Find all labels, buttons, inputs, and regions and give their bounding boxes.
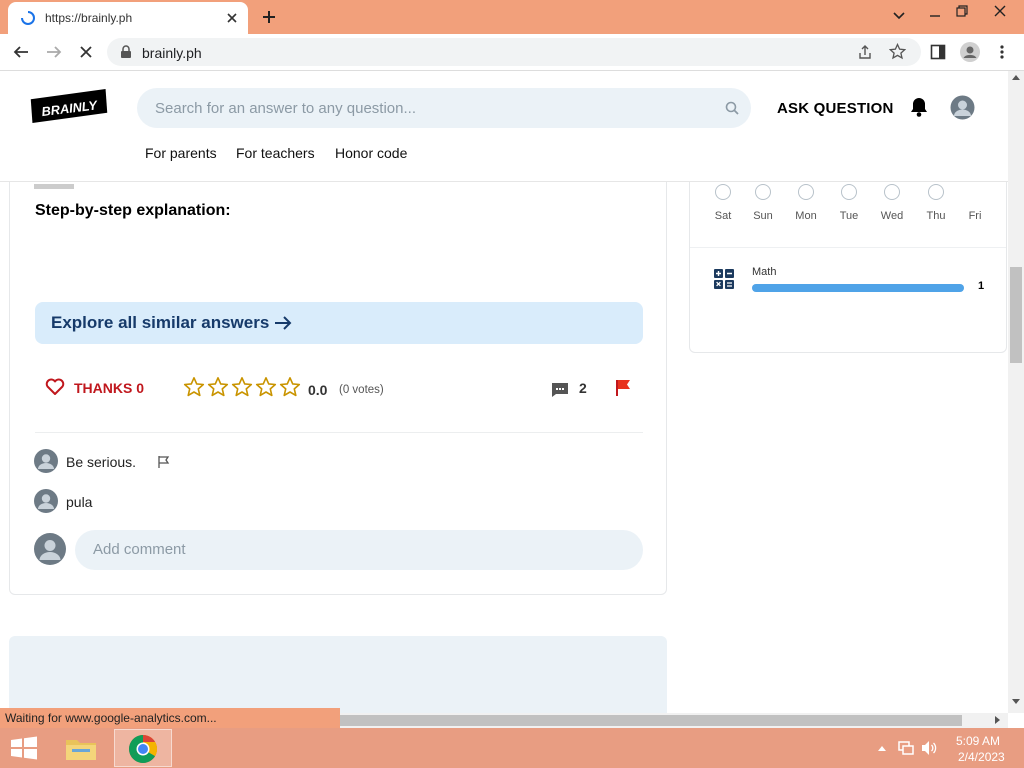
back-arrow-icon[interactable] (12, 44, 30, 60)
step-by-step-heading: Step-by-step explanation: (35, 202, 231, 219)
star-icon[interactable] (279, 376, 301, 398)
profile-icon[interactable] (959, 41, 981, 63)
file-explorer-icon[interactable] (64, 734, 98, 762)
day-label: Sun (753, 210, 773, 222)
page-viewport: Step-by-step explanation: Explore all si… (0, 71, 1008, 713)
bookmark-star-icon[interactable] (889, 43, 906, 60)
day-label: Mon (795, 210, 817, 222)
restore-icon[interactable] (955, 4, 969, 18)
day-label: Wed (880, 210, 904, 222)
subject-count: 1 (978, 280, 985, 292)
loading-spinner-icon (21, 11, 35, 25)
comments-count: 2 (579, 380, 587, 396)
day-marker-mon (798, 184, 814, 200)
explore-similar-label: Explore all similar answers (51, 313, 270, 332)
menu-kebab-icon[interactable] (999, 44, 1005, 60)
scroll-right-arrow-icon[interactable] (995, 716, 1001, 724)
star-icon[interactable] (255, 376, 277, 398)
browser-tab[interactable]: https://brainly.ph (8, 2, 248, 34)
day-marker-wed (884, 184, 900, 200)
search-placeholder: Search for an answer to any question... (155, 100, 416, 117)
browser-toolbar: brainly.ph (0, 34, 1024, 71)
day-label: Fri (968, 210, 982, 222)
subject-progress-fill (752, 284, 964, 292)
window-close-icon[interactable] (993, 4, 1007, 18)
day-marker-sun (755, 184, 771, 200)
math-icon (714, 269, 734, 289)
share-icon[interactable] (857, 44, 873, 60)
avatar[interactable] (34, 449, 58, 473)
tab-search-chevron-icon[interactable] (892, 11, 906, 21)
forward-arrow-icon[interactable] (45, 44, 63, 60)
network-icon[interactable] (897, 740, 915, 756)
explore-similar-button[interactable]: Explore all similar answers (35, 302, 643, 344)
day-marker-sat (715, 184, 731, 200)
star-icon[interactable] (183, 376, 205, 398)
day-label: Thu (926, 210, 946, 222)
day-label: Tue (839, 210, 859, 222)
scroll-up-arrow-icon[interactable] (1012, 74, 1020, 80)
star-icon[interactable] (207, 376, 229, 398)
nav-for-teachers[interactable]: For teachers (236, 145, 315, 161)
avatar[interactable] (34, 489, 58, 513)
stop-loading-icon[interactable] (78, 44, 94, 60)
report-comment-flag-icon[interactable] (157, 455, 170, 469)
volume-icon[interactable] (920, 739, 938, 757)
side-panel-icon[interactable] (930, 44, 946, 60)
horizontal-scroll-thumb[interactable] (340, 715, 962, 726)
votes-count: (0 votes) (339, 384, 384, 396)
star-rating[interactable] (183, 376, 303, 400)
day-marker-thu (928, 184, 944, 200)
rating-value: 0.0 (308, 382, 328, 398)
next-answer-card-placeholder (9, 636, 667, 713)
comment-text: pula (66, 494, 93, 510)
tab-title: https://brainly.ph (45, 11, 133, 25)
report-flag-icon[interactable] (614, 379, 632, 397)
lock-icon[interactable] (120, 45, 132, 59)
nav-for-parents[interactable]: For parents (145, 145, 217, 161)
windows-start-icon[interactable] (10, 736, 38, 760)
ask-question-button[interactable]: ASK QUESTION (777, 100, 894, 117)
day-label: Sat (714, 210, 732, 222)
star-icon[interactable] (231, 376, 253, 398)
heart-icon[interactable] (45, 378, 65, 396)
vertical-scrollbar[interactable] (1008, 71, 1024, 713)
arrow-right-icon (275, 316, 292, 330)
url-text[interactable]: brainly.ph (142, 45, 202, 61)
add-comment-placeholder: Add comment (93, 541, 186, 558)
user-avatar[interactable] (950, 95, 975, 120)
address-bar[interactable]: brainly.ph (107, 38, 921, 66)
subject-progress-track (752, 284, 964, 292)
brainly-logo[interactable]: BRAINLY (24, 89, 114, 123)
scroll-down-arrow-icon[interactable] (1012, 699, 1020, 705)
answer-card: Step-by-step explanation: Explore all si… (9, 131, 667, 595)
status-bar: Waiting for www.google-analytics.com... (0, 708, 340, 728)
nav-honor-code[interactable]: Honor code (335, 145, 407, 161)
chrome-icon (129, 735, 157, 763)
clock-time[interactable]: 5:09 AM (956, 734, 1000, 748)
minimize-icon[interactable] (928, 6, 942, 20)
site-header: BRAINLY Search for an answer to any ques… (0, 71, 1008, 182)
close-tab-icon[interactable] (226, 12, 238, 24)
bell-icon[interactable] (909, 96, 929, 118)
thanks-button[interactable]: THANKS 0 (74, 380, 144, 396)
subject-name: Math (752, 266, 777, 278)
day-marker-tue (841, 184, 857, 200)
add-comment-input[interactable]: Add comment (75, 530, 643, 570)
clock-date[interactable]: 2/4/2023 (958, 750, 1005, 764)
search-input[interactable]: Search for an answer to any question... (137, 88, 751, 128)
chrome-taskbar-button[interactable] (114, 729, 172, 767)
search-icon[interactable] (725, 101, 739, 115)
comment-text: Be serious. (66, 454, 137, 470)
divider (35, 432, 643, 433)
browser-tab-bar: https://brainly.ph (0, 0, 1024, 34)
vertical-scroll-thumb[interactable] (1010, 267, 1022, 363)
current-user-avatar (34, 533, 66, 565)
cropped-text-fragment (34, 184, 74, 189)
new-tab-icon[interactable] (261, 9, 277, 25)
windows-taskbar: 5:09 AM 2/4/2023 (0, 728, 1024, 768)
comment-icon[interactable] (551, 382, 569, 398)
tray-expand-icon[interactable] (877, 744, 887, 752)
